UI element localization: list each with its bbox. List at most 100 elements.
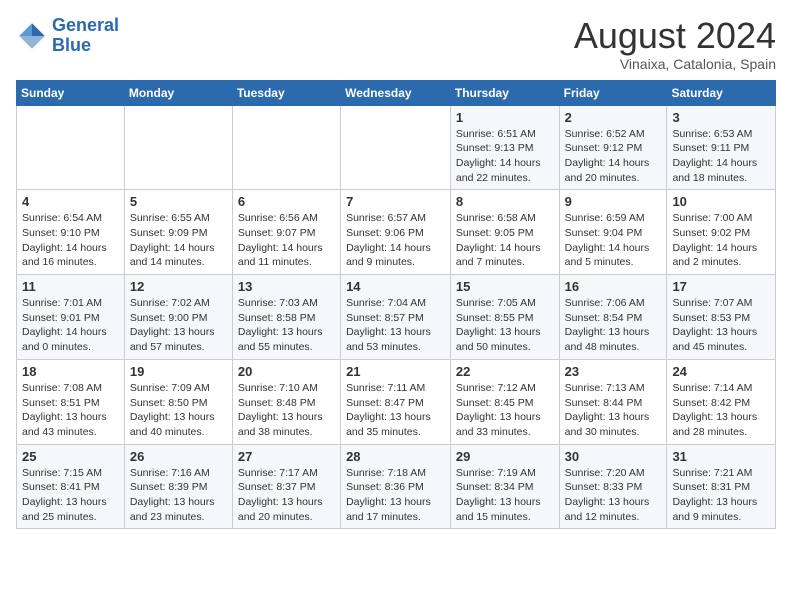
calendar-cell [17, 105, 125, 190]
calendar-cell: 8 Sunrise: 6:58 AMSunset: 9:05 PMDaylight… [450, 190, 559, 275]
logo-line1: General [52, 15, 119, 35]
weekday-header-friday: Friday [559, 80, 667, 105]
page-header: General Blue August 2024 Vinaixa, Catalo… [16, 16, 776, 72]
day-number: 11 [22, 279, 119, 294]
cell-info: Sunrise: 7:05 AMSunset: 8:55 PMDaylight:… [456, 296, 554, 355]
calendar-cell [232, 105, 340, 190]
calendar-week-row: 4 Sunrise: 6:54 AMSunset: 9:10 PMDaylight… [17, 190, 776, 275]
cell-info: Sunrise: 7:00 AMSunset: 9:02 PMDaylight:… [672, 211, 770, 270]
cell-info: Sunrise: 7:09 AMSunset: 8:50 PMDaylight:… [130, 381, 227, 440]
calendar-cell: 31 Sunrise: 7:21 AMSunset: 8:31 PMDayligh… [667, 444, 776, 529]
calendar-week-row: 25 Sunrise: 7:15 AMSunset: 8:41 PMDayligh… [17, 444, 776, 529]
cell-info: Sunrise: 7:17 AMSunset: 8:37 PMDaylight:… [238, 466, 335, 525]
day-number: 17 [672, 279, 770, 294]
day-number: 10 [672, 194, 770, 209]
cell-info: Sunrise: 7:12 AMSunset: 8:45 PMDaylight:… [456, 381, 554, 440]
cell-info: Sunrise: 7:01 AMSunset: 9:01 PMDaylight:… [22, 296, 119, 355]
weekday-header-wednesday: Wednesday [341, 80, 451, 105]
cell-info: Sunrise: 7:10 AMSunset: 8:48 PMDaylight:… [238, 381, 335, 440]
cell-info: Sunrise: 7:02 AMSunset: 9:00 PMDaylight:… [130, 296, 227, 355]
day-number: 7 [346, 194, 445, 209]
weekday-header-sunday: Sunday [17, 80, 125, 105]
cell-info: Sunrise: 7:06 AMSunset: 8:54 PMDaylight:… [565, 296, 662, 355]
cell-info: Sunrise: 7:13 AMSunset: 8:44 PMDaylight:… [565, 381, 662, 440]
day-number: 2 [565, 110, 662, 125]
cell-info: Sunrise: 7:16 AMSunset: 8:39 PMDaylight:… [130, 466, 227, 525]
calendar-cell: 27 Sunrise: 7:17 AMSunset: 8:37 PMDayligh… [232, 444, 340, 529]
day-number: 21 [346, 364, 445, 379]
calendar-cell: 24 Sunrise: 7:14 AMSunset: 8:42 PMDayligh… [667, 359, 776, 444]
cell-info: Sunrise: 7:08 AMSunset: 8:51 PMDaylight:… [22, 381, 119, 440]
calendar-cell: 26 Sunrise: 7:16 AMSunset: 8:39 PMDayligh… [124, 444, 232, 529]
cell-info: Sunrise: 6:51 AMSunset: 9:13 PMDaylight:… [456, 127, 554, 186]
calendar-cell: 20 Sunrise: 7:10 AMSunset: 8:48 PMDayligh… [232, 359, 340, 444]
day-number: 8 [456, 194, 554, 209]
day-number: 31 [672, 449, 770, 464]
day-number: 26 [130, 449, 227, 464]
calendar-cell: 21Sunrise: 7:11 AMSunset: 8:47 PMDayligh… [341, 359, 451, 444]
cell-info: Sunrise: 6:59 AMSunset: 9:04 PMDaylight:… [565, 211, 662, 270]
cell-info: Sunrise: 6:52 AMSunset: 9:12 PMDaylight:… [565, 127, 662, 186]
day-number: 5 [130, 194, 227, 209]
title-block: August 2024 Vinaixa, Catalonia, Spain [574, 16, 776, 72]
cell-info: Sunrise: 6:57 AMSunset: 9:06 PMDaylight:… [346, 211, 445, 270]
calendar-week-row: 18 Sunrise: 7:08 AMSunset: 8:51 PMDayligh… [17, 359, 776, 444]
weekday-header-monday: Monday [124, 80, 232, 105]
cell-info: Sunrise: 7:21 AMSunset: 8:31 PMDaylight:… [672, 466, 770, 525]
calendar-cell: 1 Sunrise: 6:51 AMSunset: 9:13 PMDaylight… [450, 105, 559, 190]
day-number: 3 [672, 110, 770, 125]
calendar-cell: 17Sunrise: 7:07 AMSunset: 8:53 PMDayligh… [667, 275, 776, 360]
calendar-week-row: 1 Sunrise: 6:51 AMSunset: 9:13 PMDaylight… [17, 105, 776, 190]
calendar-cell: 30 Sunrise: 7:20 AMSunset: 8:33 PMDayligh… [559, 444, 667, 529]
calendar-cell: 16 Sunrise: 7:06 AMSunset: 8:54 PMDayligh… [559, 275, 667, 360]
calendar-cell: 28Sunrise: 7:18 AMSunset: 8:36 PMDayligh… [341, 444, 451, 529]
day-number: 16 [565, 279, 662, 294]
day-number: 27 [238, 449, 335, 464]
cell-info: Sunrise: 6:53 AMSunset: 9:11 PMDaylight:… [672, 127, 770, 186]
cell-info: Sunrise: 7:15 AMSunset: 8:41 PMDaylight:… [22, 466, 119, 525]
day-number: 4 [22, 194, 119, 209]
calendar-cell: 3 Sunrise: 6:53 AMSunset: 9:11 PMDaylight… [667, 105, 776, 190]
logo: General Blue [16, 16, 119, 56]
calendar-cell: 9 Sunrise: 6:59 AMSunset: 9:04 PMDaylight… [559, 190, 667, 275]
cell-info: Sunrise: 6:55 AMSunset: 9:09 PMDaylight:… [130, 211, 227, 270]
cell-info: Sunrise: 6:56 AMSunset: 9:07 PMDaylight:… [238, 211, 335, 270]
cell-info: Sunrise: 7:20 AMSunset: 8:33 PMDaylight:… [565, 466, 662, 525]
cell-info: Sunrise: 7:14 AMSunset: 8:42 PMDaylight:… [672, 381, 770, 440]
day-number: 20 [238, 364, 335, 379]
day-number: 23 [565, 364, 662, 379]
day-number: 25 [22, 449, 119, 464]
calendar-cell: 11 Sunrise: 7:01 AMSunset: 9:01 PMDayligh… [17, 275, 125, 360]
day-number: 28 [346, 449, 445, 464]
cell-info: Sunrise: 6:58 AMSunset: 9:05 PMDaylight:… [456, 211, 554, 270]
location-subtitle: Vinaixa, Catalonia, Spain [574, 56, 776, 72]
month-title: August 2024 [574, 16, 776, 56]
day-number: 24 [672, 364, 770, 379]
weekday-header-saturday: Saturday [667, 80, 776, 105]
weekday-header-thursday: Thursday [450, 80, 559, 105]
calendar-cell: 10 Sunrise: 7:00 AMSunset: 9:02 PMDayligh… [667, 190, 776, 275]
cell-info: Sunrise: 7:19 AMSunset: 8:34 PMDaylight:… [456, 466, 554, 525]
calendar-cell: 22 Sunrise: 7:12 AMSunset: 8:45 PMDayligh… [450, 359, 559, 444]
calendar-cell: 7 Sunrise: 6:57 AMSunset: 9:06 PMDaylight… [341, 190, 451, 275]
day-number: 30 [565, 449, 662, 464]
calendar-cell: 4 Sunrise: 6:54 AMSunset: 9:10 PMDaylight… [17, 190, 125, 275]
day-number: 18 [22, 364, 119, 379]
day-number: 15 [456, 279, 554, 294]
logo-line2: Blue [52, 35, 91, 55]
day-number: 1 [456, 110, 554, 125]
calendar-cell: 13Sunrise: 7:03 AMSunset: 8:58 PMDayligh… [232, 275, 340, 360]
calendar-header-row: SundayMondayTuesdayWednesdayThursdayFrid… [17, 80, 776, 105]
cell-info: Sunrise: 7:03 AMSunset: 8:58 PMDaylight:… [238, 296, 335, 355]
calendar-table: SundayMondayTuesdayWednesdayThursdayFrid… [16, 80, 776, 530]
cell-info: Sunrise: 6:54 AMSunset: 9:10 PMDaylight:… [22, 211, 119, 270]
day-number: 12 [130, 279, 227, 294]
logo-icon [16, 20, 48, 52]
day-number: 9 [565, 194, 662, 209]
calendar-cell: 23 Sunrise: 7:13 AMSunset: 8:44 PMDayligh… [559, 359, 667, 444]
weekday-header-tuesday: Tuesday [232, 80, 340, 105]
day-number: 19 [130, 364, 227, 379]
day-number: 14 [346, 279, 445, 294]
calendar-week-row: 11 Sunrise: 7:01 AMSunset: 9:01 PMDayligh… [17, 275, 776, 360]
day-number: 22 [456, 364, 554, 379]
